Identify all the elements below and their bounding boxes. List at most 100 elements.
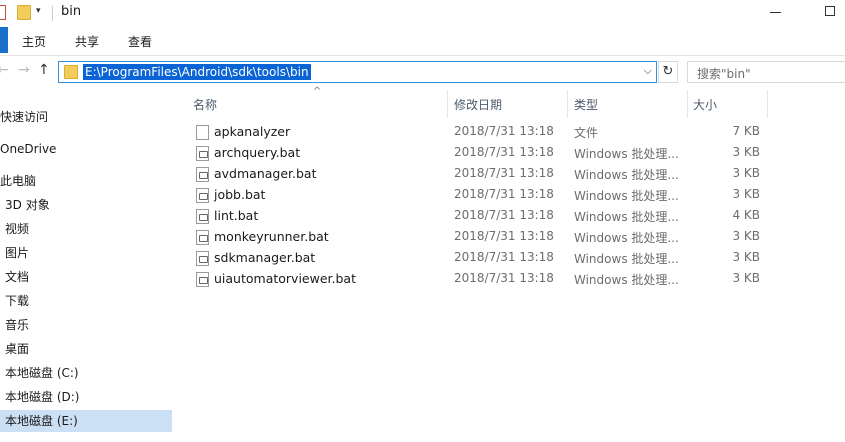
file-date: 2018/7/31 13:18 [454,229,554,243]
nav-item-documents[interactable]: 文档 [0,266,172,288]
title-bar: ▾ bin [0,0,845,26]
file-row[interactable]: avdmanager.bat 2018/7/31 13:18 Windows 批… [172,164,772,185]
file-date: 2018/7/31 13:18 [454,124,554,138]
nav-item-label: 本地磁盘 (C:) [5,366,79,380]
nav-item-label: 图片 [5,246,30,260]
file-row[interactable]: uiautomatorviewer.bat 2018/7/31 13:18 Wi… [172,269,772,290]
file-list: apkanalyzer 2018/7/31 13:18 文件 7 KB arch… [172,122,845,290]
batch-file-icon [196,230,209,245]
column-divider[interactable] [687,90,688,118]
window-title: bin [61,4,82,19]
file-size: 3 KB [732,229,760,243]
nav-item-3d-objects[interactable]: 3D 对象 [0,194,172,216]
properties-icon[interactable] [0,5,6,20]
nav-item-this-pc[interactable]: 此电脑 [0,170,172,192]
file-date: 2018/7/31 13:18 [454,250,554,264]
column-header-size[interactable]: 大小 [693,96,717,113]
nav-item-label: OneDrive [0,142,57,156]
maximize-button[interactable] [825,6,835,16]
tab-file[interactable] [0,27,8,53]
file-name: jobb.bat [214,187,266,202]
navigation-pane: 快速访问 OneDrive 此电脑 3D 对象 视频 图片 文档 下载 音乐 桌… [0,88,172,442]
refresh-button[interactable]: ↻ [658,61,678,83]
file-size: 3 KB [732,250,760,264]
nav-item-label: 3D 对象 [5,198,50,212]
batch-file-icon [196,167,209,182]
address-bar[interactable]: E:\ProgramFiles\Android\sdk\tools\bin ⌵ [58,61,657,83]
file-date: 2018/7/31 13:18 [454,187,554,201]
file-row[interactable]: apkanalyzer 2018/7/31 13:18 文件 7 KB [172,122,772,143]
nav-item-onedrive[interactable]: OneDrive [0,138,172,160]
nav-item-label: 快速访问 [0,110,49,124]
file-size: 3 KB [732,166,760,180]
refresh-icon: ↻ [662,64,674,79]
file-name: archquery.bat [214,145,301,160]
search-input[interactable]: 搜索"bin" [687,61,845,83]
file-row[interactable]: lint.bat 2018/7/31 13:18 Windows 批处理... … [172,206,772,227]
search-placeholder: 搜索"bin" [697,67,751,81]
back-arrow-icon[interactable]: ← [0,62,9,78]
nav-item-label: 音乐 [5,318,30,332]
batch-file-icon [196,209,209,224]
file-row[interactable]: archquery.bat 2018/7/31 13:18 Windows 批处… [172,143,772,164]
nav-item-quick-access[interactable]: 快速访问 [0,106,172,128]
file-type: Windows 批处理... [574,252,679,266]
file-type: Windows 批处理... [574,231,679,245]
nav-item-drive-d[interactable]: 本地磁盘 (D:) [0,386,172,408]
file-date: 2018/7/31 13:18 [454,208,554,222]
chevron-down-icon[interactable]: ⌵ [644,64,652,78]
column-divider[interactable] [447,90,448,118]
nav-item-label: 文档 [5,270,30,284]
nav-item-label: 本地磁盘 (D:) [5,390,80,404]
column-header-name[interactable]: 名称 [193,96,217,113]
file-size: 3 KB [732,145,760,159]
file-type: Windows 批处理... [574,210,679,224]
nav-item-label: 下载 [5,294,30,308]
column-divider[interactable] [767,90,768,118]
file-date: 2018/7/31 13:18 [454,145,554,159]
file-row[interactable]: monkeyrunner.bat 2018/7/31 13:18 Windows… [172,227,772,248]
file-size: 4 KB [732,208,760,222]
nav-item-desktop[interactable]: 桌面 [0,338,172,360]
file-row[interactable]: jobb.bat 2018/7/31 13:18 Windows 批处理... … [172,185,772,206]
nav-item-downloads[interactable]: 下载 [0,290,172,312]
up-arrow-icon[interactable]: ↑ [38,62,50,78]
tab-share[interactable]: 共享 [75,33,99,50]
batch-file-icon [196,251,209,266]
tab-home[interactable]: 主页 [22,33,46,50]
nav-item-drive-e[interactable]: 本地磁盘 (E:) [0,410,172,432]
file-name: lint.bat [214,208,259,223]
column-header-date[interactable]: 修改日期 [454,96,502,113]
file-icon [196,125,209,140]
column-headers: ^ 名称 修改日期 类型 大小 [172,86,845,118]
tab-view[interactable]: 查看 [128,33,152,50]
file-name: apkanalyzer [214,124,291,139]
sort-ascending-icon: ^ [313,86,322,97]
file-name: avdmanager.bat [214,166,317,181]
nav-item-pictures[interactable]: 图片 [0,242,172,264]
file-row[interactable]: sdkmanager.bat 2018/7/31 13:18 Windows 批… [172,248,772,269]
minimize-button[interactable] [770,12,781,13]
nav-item-label: 桌面 [5,342,30,356]
nav-item-label: 本地磁盘 (E:) [5,414,78,428]
file-size: 3 KB [732,271,760,285]
column-divider[interactable] [567,90,568,118]
address-path[interactable]: E:\ProgramFiles\Android\sdk\tools\bin [83,64,311,80]
column-header-type[interactable]: 类型 [574,96,598,113]
customize-toolbar-chevron-icon[interactable]: ▾ [36,6,41,22]
file-size: 3 KB [732,187,760,201]
file-type: Windows 批处理... [574,168,679,182]
nav-item-drive-c[interactable]: 本地磁盘 (C:) [0,362,172,384]
batch-file-icon [196,272,209,287]
file-date: 2018/7/31 13:18 [454,166,554,180]
nav-item-music[interactable]: 音乐 [0,314,172,336]
forward-arrow-icon[interactable]: → [18,62,30,78]
file-type: Windows 批处理... [574,273,679,287]
file-name: uiautomatorviewer.bat [214,271,356,286]
nav-item-label: 视频 [5,222,30,236]
file-name: monkeyrunner.bat [214,229,329,244]
nav-item-label: 此电脑 [0,174,37,188]
folder-icon [64,65,78,79]
new-folder-icon[interactable] [17,5,31,20]
nav-item-videos[interactable]: 视频 [0,218,172,240]
